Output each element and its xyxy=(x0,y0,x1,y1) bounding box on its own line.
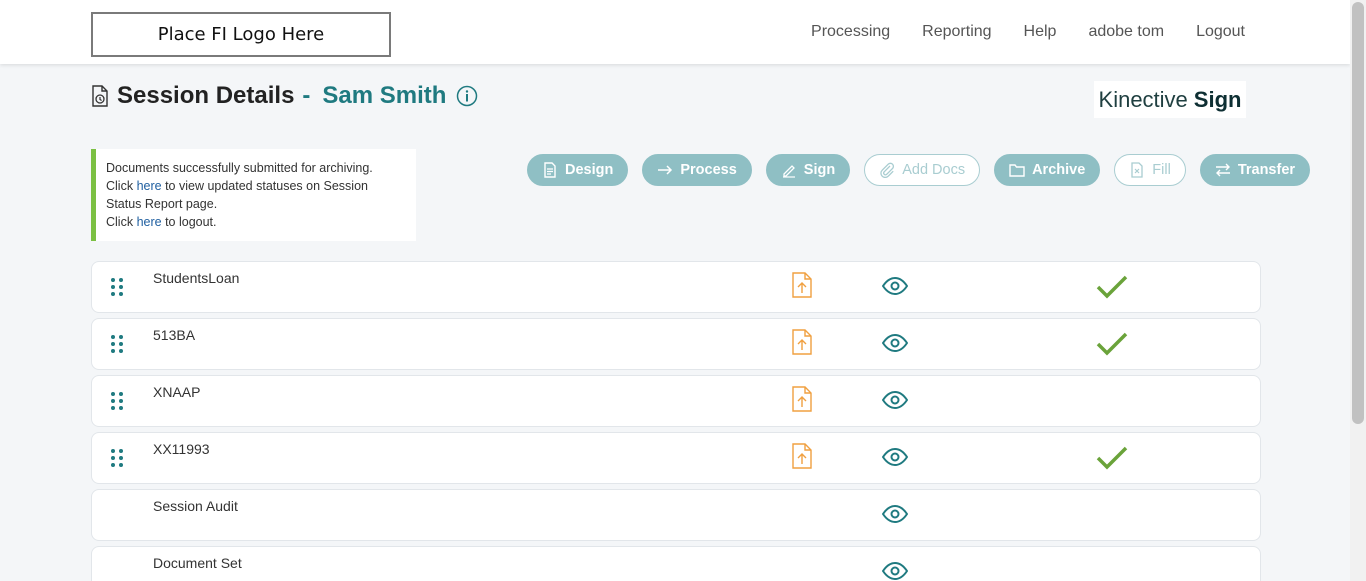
archive-button[interactable]: Archive xyxy=(994,154,1101,186)
document-name: XNAAP xyxy=(153,384,201,400)
document-name: 513BA xyxy=(153,327,196,343)
scrollbar-thumb[interactable] xyxy=(1352,2,1364,424)
form-icon xyxy=(1131,162,1143,178)
process-button-label: Process xyxy=(680,162,737,178)
complete-check-icon xyxy=(1096,275,1128,299)
drag-handle-icon[interactable] xyxy=(110,448,124,468)
upload-document-icon[interactable] xyxy=(792,386,812,412)
transfer-button[interactable]: Transfer xyxy=(1199,154,1311,186)
session-action-bar: Design Process Sign Add Docs Archive Fil… xyxy=(527,154,1311,186)
complete-check-icon xyxy=(1096,332,1128,356)
drag-handle-icon[interactable] xyxy=(110,277,124,297)
document-row[interactable]: Session Audit xyxy=(91,489,1261,541)
session-history-icon xyxy=(92,85,108,107)
document-row[interactable]: 513BA xyxy=(91,318,1261,370)
upload-document-icon[interactable] xyxy=(792,443,812,469)
kinective-sign-logo: Kinective Sign xyxy=(1094,81,1246,118)
transfer-button-label: Transfer xyxy=(1237,162,1296,178)
process-button[interactable]: Process xyxy=(642,154,752,186)
document-list: StudentsLoan 513BA XNAAP XX11993 Session… xyxy=(91,261,1261,581)
add-docs-button-label: Add Docs xyxy=(902,162,966,178)
page-title: Session Details xyxy=(117,82,295,109)
archive-button-label: Archive xyxy=(1032,162,1086,178)
arrow-right-icon xyxy=(658,165,673,175)
drag-handle-icon[interactable] xyxy=(110,334,124,354)
customer-name: Sam Smith xyxy=(322,82,447,109)
document-name: XX11993 xyxy=(153,441,210,457)
complete-check-icon xyxy=(1096,446,1128,470)
vertical-scrollbar[interactable] xyxy=(1350,0,1366,581)
document-row[interactable]: StudentsLoan xyxy=(91,261,1261,313)
notice-text: Click xyxy=(106,215,137,229)
document-name: Session Audit xyxy=(153,498,238,514)
paperclip-icon xyxy=(880,162,895,178)
nav-logout[interactable]: Logout xyxy=(1196,23,1245,41)
nav-processing[interactable]: Processing xyxy=(811,23,890,41)
upload-document-icon[interactable] xyxy=(792,329,812,355)
design-button-label: Design xyxy=(565,162,614,178)
archive-success-notice: Documents successfully submitted for arc… xyxy=(91,149,416,241)
top-navbar: Place FI Logo Here Processing Reporting … xyxy=(0,0,1350,64)
document-row[interactable]: XNAAP xyxy=(91,375,1261,427)
drag-handle-icon[interactable] xyxy=(110,391,124,411)
notice-line-1: Documents successfully submitted for arc… xyxy=(106,161,373,175)
sign-button-label: Sign xyxy=(803,162,836,178)
notice-text: to logout. xyxy=(161,215,217,229)
brand-light: Kinective xyxy=(1098,86,1188,112)
main-nav: Processing Reporting Help adobe tom Logo… xyxy=(811,0,1245,64)
sign-button[interactable]: Sign xyxy=(765,154,851,186)
fill-button[interactable]: Fill xyxy=(1114,154,1186,186)
fill-button-label: Fill xyxy=(1152,162,1171,178)
view-eye-icon[interactable] xyxy=(882,276,908,296)
notice-text: Click xyxy=(106,179,137,193)
brand-bold: Sign xyxy=(1193,86,1242,112)
info-icon[interactable] xyxy=(456,85,478,107)
upload-document-icon[interactable] xyxy=(792,272,812,298)
document-row[interactable]: Document Set xyxy=(91,546,1261,581)
view-eye-icon[interactable] xyxy=(882,447,908,467)
title-separator: - xyxy=(302,82,311,109)
view-eye-icon[interactable] xyxy=(882,504,908,524)
notice-line-2: Click here to view updated statuses on S… xyxy=(106,177,406,213)
document-icon xyxy=(544,162,556,178)
pen-icon xyxy=(782,165,795,178)
document-row[interactable]: XX11993 xyxy=(91,432,1261,484)
design-button[interactable]: Design xyxy=(527,154,629,186)
document-name: Document Set xyxy=(153,555,242,571)
session-report-link[interactable]: here xyxy=(137,179,162,193)
document-name: StudentsLoan xyxy=(153,270,240,286)
notice-line-3: Click here to logout. xyxy=(106,213,406,231)
folder-icon xyxy=(1009,164,1025,177)
fi-logo-placeholder[interactable]: Place FI Logo Here xyxy=(91,12,391,57)
page-title-row: Session Details - Sam Smith xyxy=(91,82,478,110)
view-eye-icon[interactable] xyxy=(882,390,908,410)
add-docs-button[interactable]: Add Docs xyxy=(864,154,981,186)
nav-user[interactable]: adobe tom xyxy=(1088,23,1164,41)
logout-link[interactable]: here xyxy=(137,215,162,229)
view-eye-icon[interactable] xyxy=(882,561,908,581)
transfer-icon xyxy=(1215,163,1230,177)
nav-help[interactable]: Help xyxy=(1024,23,1057,41)
nav-reporting[interactable]: Reporting xyxy=(922,23,991,41)
view-eye-icon[interactable] xyxy=(882,333,908,353)
